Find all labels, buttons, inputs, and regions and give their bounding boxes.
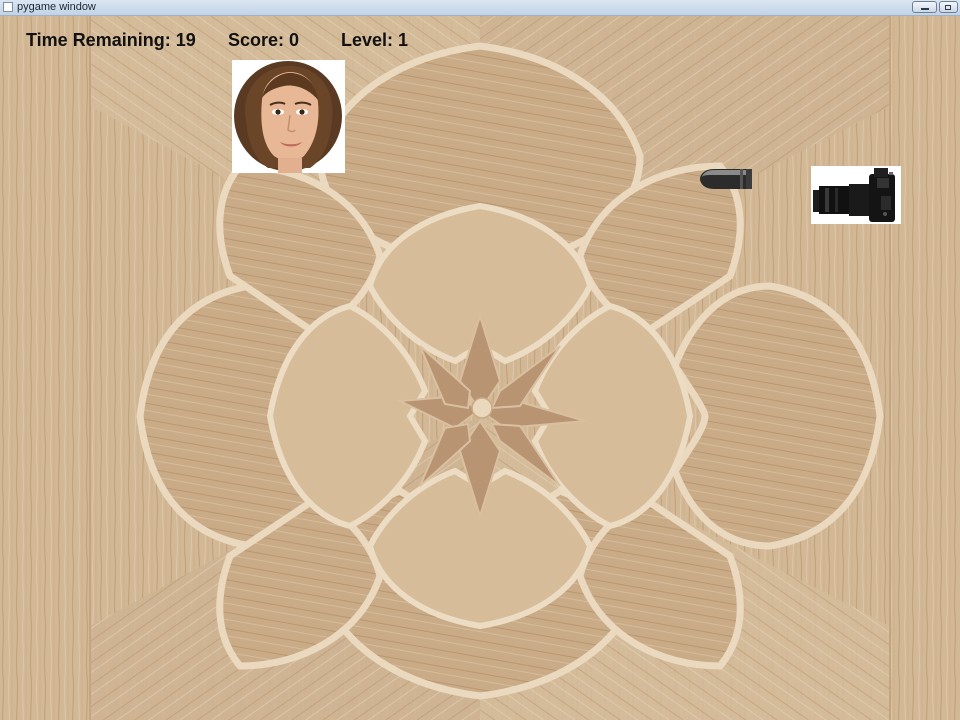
level-label: Level: xyxy=(341,30,399,50)
title-bar[interactable]: pygame window xyxy=(0,0,960,16)
score-label: Score: xyxy=(228,30,290,50)
face-portrait-target[interactable] xyxy=(232,60,345,173)
time-remaining-display: Time Remaining: 19 xyxy=(26,29,196,51)
time-remaining-value: 19 xyxy=(175,30,196,50)
window-title: pygame window xyxy=(17,1,96,13)
restore-button[interactable] xyxy=(939,1,958,13)
game-canvas[interactable]: Time Remaining: 19 Score: 0 Level: 1 xyxy=(0,16,960,720)
time-remaining-label: Time Remaining: xyxy=(26,30,176,50)
level-value: 1 xyxy=(398,30,409,50)
score-display: Score: 0 xyxy=(228,29,299,51)
pygame-window-icon xyxy=(3,2,13,12)
camera-icon[interactable] xyxy=(811,166,901,224)
score-value: 0 xyxy=(289,30,300,50)
bullet-icon xyxy=(700,169,752,189)
minimize-button[interactable] xyxy=(912,1,937,13)
parquet-floor-background xyxy=(0,16,960,720)
pygame-window: pygame window Time Remaining: 19 Score: … xyxy=(0,0,960,720)
level-display: Level: 1 xyxy=(341,29,408,51)
